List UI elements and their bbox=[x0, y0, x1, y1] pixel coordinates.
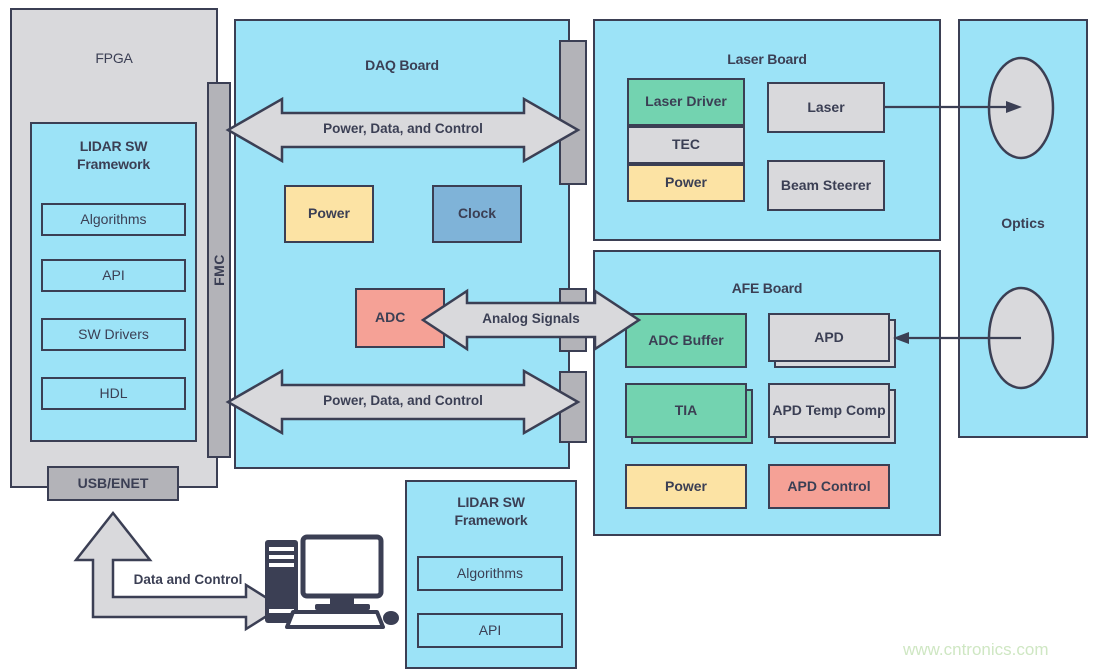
host-block-api[interactable]: API bbox=[417, 613, 563, 648]
daq-connector-top[interactable] bbox=[559, 40, 587, 185]
daq-title: DAQ Board bbox=[365, 57, 439, 73]
fpga-title: FPGA bbox=[95, 50, 133, 66]
daq-connector-analog-upper[interactable] bbox=[559, 288, 587, 308]
arrow-label-power-data-control-bottom: Power, Data, and Control bbox=[323, 393, 483, 408]
usb-enet-connector[interactable]: USB/ENET bbox=[47, 466, 179, 501]
host-framework-title-line1: LIDAR SW bbox=[457, 494, 525, 510]
laser-board-block-laser-driver[interactable]: Laser Driver bbox=[627, 78, 745, 126]
fpga-block-sw-drivers[interactable]: SW Drivers bbox=[41, 318, 186, 351]
diagram-canvas: FPGA LIDAR SW Framework Algorithms API S… bbox=[0, 0, 1098, 669]
watermark: www.cntronics.com bbox=[903, 640, 1049, 659]
fpga-block-algorithms[interactable]: Algorithms bbox=[41, 203, 186, 236]
arrow-label-data-and-control: Data and Control bbox=[133, 572, 243, 587]
arrow-data-and-control bbox=[73, 510, 284, 632]
afe-block-tia[interactable]: TIA bbox=[625, 383, 747, 438]
fpga-framework-title-line2: Framework bbox=[77, 156, 150, 172]
fpga-block-hdl[interactable]: HDL bbox=[41, 377, 186, 410]
optics-label: Optics bbox=[1001, 215, 1045, 231]
laser-board-block-tec[interactable]: TEC bbox=[627, 126, 745, 164]
laser-board-block-power[interactable]: Power bbox=[627, 164, 745, 202]
laser-board-title: Laser Board bbox=[727, 51, 807, 67]
arrow-label-analog-signals: Analog Signals bbox=[482, 311, 580, 326]
daq-connector-analog-lower[interactable] bbox=[559, 330, 587, 352]
host-framework-title-line2: Framework bbox=[454, 512, 528, 528]
daq-block-clock[interactable]: Clock bbox=[432, 185, 522, 243]
laser-board-block-laser[interactable]: Laser bbox=[767, 82, 885, 133]
host-block-algorithms[interactable]: Algorithms bbox=[417, 556, 563, 591]
afe-block-apd[interactable]: APD bbox=[768, 313, 890, 362]
afe-block-apd-temp-comp[interactable]: APD Temp Comp bbox=[768, 383, 890, 438]
fpga-framework-title-line1: LIDAR SW bbox=[79, 138, 148, 154]
afe-block-adc-buffer[interactable]: ADC Buffer bbox=[625, 313, 747, 368]
daq-block-power[interactable]: Power bbox=[284, 185, 374, 243]
fmc-label: FMC bbox=[211, 254, 228, 286]
desktop-computer-icon bbox=[265, 534, 399, 629]
afe-block-power[interactable]: Power bbox=[625, 464, 747, 509]
arrow-label-power-data-control-top: Power, Data, and Control bbox=[323, 121, 483, 136]
afe-board-title: AFE Board bbox=[731, 280, 803, 296]
fpga-block-api[interactable]: API bbox=[41, 259, 186, 292]
afe-block-apd-control[interactable]: APD Control bbox=[768, 464, 890, 509]
laser-board-block-beam-steerer[interactable]: Beam Steerer bbox=[767, 160, 885, 211]
